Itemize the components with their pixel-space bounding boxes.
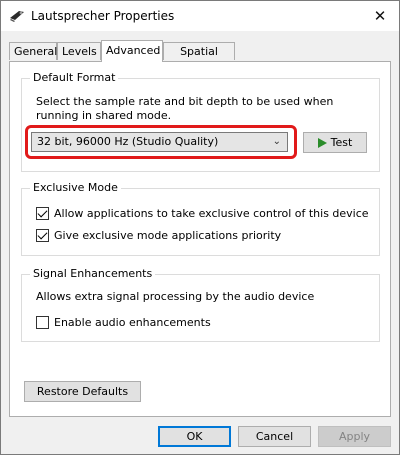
exclusive-mode-group: Exclusive Mode — [21, 181, 380, 256]
tab-spatial-sound[interactable]: Spatial sound — [163, 42, 235, 76]
play-icon — [317, 137, 327, 148]
close-button[interactable]: ✕ — [361, 1, 399, 31]
exclusive-priority-checkbox[interactable] — [36, 229, 49, 242]
exclusive-priority-option[interactable]: Give exclusive mode applications priorit… — [36, 229, 281, 242]
close-icon: ✕ — [373, 7, 387, 25]
test-button-label: Test — [330, 136, 353, 149]
highlight-annotation — [25, 125, 297, 159]
signal-enhancements-group: Signal Enhancements — [21, 267, 380, 342]
cancel-button[interactable]: Cancel — [238, 426, 311, 447]
exclusive-priority-label: Give exclusive mode applications priorit… — [54, 229, 282, 242]
audio-enhancements-checkbox[interactable] — [36, 316, 49, 329]
audio-enhancements-label: Enable audio enhancements — [54, 316, 211, 329]
tab-advanced[interactable]: Advanced — [101, 40, 163, 62]
signal-enhancements-description: Allows extra signal processing by the au… — [36, 290, 315, 303]
audio-enhancements-option[interactable]: Enable audio enhancements — [36, 316, 211, 329]
tab-general[interactable]: General — [9, 42, 57, 60]
exclusive-control-option[interactable]: Allow applications to take exclusive con… — [36, 207, 369, 220]
test-button[interactable]: Test — [303, 132, 367, 153]
ok-button[interactable]: OK — [158, 426, 231, 447]
properties-dialog: Lautsprecher Properties ✕ General Levels… — [0, 0, 400, 455]
tab-levels[interactable]: Levels — [57, 42, 101, 60]
exclusive-control-checkbox[interactable] — [36, 207, 49, 220]
exclusive-mode-legend: Exclusive Mode — [30, 181, 121, 194]
window-title: Lautsprecher Properties — [31, 9, 175, 23]
speaker-icon — [10, 11, 24, 22]
signal-enhancements-legend: Signal Enhancements — [30, 267, 156, 280]
default-format-description: Select the sample rate and bit depth to … — [36, 95, 334, 122]
apply-button[interactable]: Apply — [318, 426, 391, 447]
restore-defaults-button[interactable]: Restore Defaults — [24, 381, 141, 402]
default-format-legend: Default Format — [30, 71, 119, 84]
exclusive-control-label: Allow applications to take exclusive con… — [54, 207, 369, 220]
title-bar: Lautsprecher Properties ✕ — [1, 1, 399, 31]
